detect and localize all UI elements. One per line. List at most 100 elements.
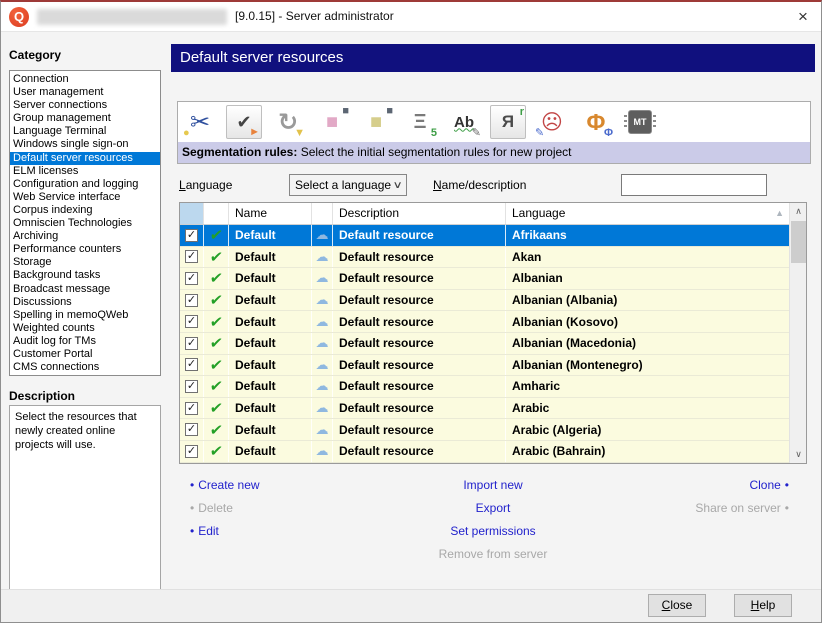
sidebar-item[interactable]: Configuration and logging — [10, 178, 160, 191]
resource-description: Default resource — [333, 271, 434, 285]
sidebar-item[interactable]: Broadcast message — [10, 283, 160, 296]
scroll-up-icon[interactable]: ∧ — [790, 203, 807, 220]
status-column-header[interactable] — [204, 203, 229, 224]
sidebar-item[interactable]: Omniscien Technologies — [10, 217, 160, 230]
resource-type-toolbar: ✂●✔►↻▼■■■■Ξ5Ab✎Яr☹✎ΦΦMT Segmentation rul… — [177, 101, 811, 164]
table-row[interactable]: ✓✔Default☁Default resourceAlbanian (Koso… — [180, 311, 789, 333]
sidebar-item[interactable]: Server connections — [10, 99, 160, 112]
sidebar-item[interactable]: Discussions — [10, 296, 160, 309]
row-checkbox[interactable]: ✓ — [185, 445, 198, 458]
row-checkbox[interactable]: ✓ — [185, 380, 198, 393]
qa-settings-icon[interactable]: ✔► — [226, 105, 262, 139]
table-row[interactable]: ✓✔Default☁Default resourceAlbanian (Alba… — [180, 290, 789, 312]
cloud-icon: ☁ — [316, 227, 329, 243]
category-heading: Category — [9, 48, 61, 62]
row-checkbox[interactable]: ✓ — [185, 315, 198, 328]
scrollbar-thumb[interactable] — [791, 221, 806, 263]
sidebar-item[interactable]: CMS connections — [10, 361, 160, 374]
sidebar-item[interactable]: Weighted counts — [10, 322, 160, 335]
language-column-header[interactable]: Language ▲ — [506, 203, 789, 224]
sidebar-item[interactable]: Performance counters — [10, 243, 160, 256]
row-checkbox[interactable]: ✓ — [185, 229, 198, 242]
help-button[interactable]: Help — [734, 594, 792, 617]
redacted-server-name — [37, 9, 227, 25]
link-share-on-server: Share on server• — [695, 497, 793, 520]
autocorrect-icon[interactable]: Ab✎ — [446, 105, 482, 139]
language-dropdown[interactable]: Select a language ∨ — [289, 174, 407, 196]
link-set-permissions[interactable]: Set permissions — [179, 520, 807, 543]
resource-description: Default resource — [333, 401, 434, 415]
sidebar-item[interactable]: Group management — [10, 112, 160, 125]
table-row[interactable]: ✓✔Default☁Default resourceArabic (Algeri… — [180, 419, 789, 441]
table-row[interactable]: ✓✔Default☁Default resourceAfrikaans — [180, 225, 789, 247]
sidebar-item[interactable]: User management — [10, 86, 160, 99]
table-rows: ✓✔Default☁Default resourceAfrikaans✓✔Def… — [180, 225, 789, 463]
non-translatables-icon[interactable]: ΦΦ — [578, 105, 614, 139]
segmentation-rules-icon[interactable]: ✂● — [182, 105, 218, 139]
table-row[interactable]: ✓✔Default☁Default resourceArabic — [180, 398, 789, 420]
enabled-check-icon: ✔ — [208, 313, 223, 331]
cloud-icon: ☁ — [316, 292, 329, 308]
enabled-check-icon: ✔ — [208, 226, 223, 244]
sidebar-item[interactable]: Storage — [10, 256, 160, 269]
ignore-lists-icon[interactable]: ↻▼ — [270, 105, 306, 139]
row-checkbox[interactable]: ✓ — [185, 423, 198, 436]
sidebar-item[interactable]: Connection — [10, 73, 160, 86]
resource-description: Default resource — [333, 250, 434, 264]
resource-description: Default resource — [333, 423, 434, 437]
table-row[interactable]: ✓✔Default☁Default resourceAkan — [180, 247, 789, 269]
table-row[interactable]: ✓✔Default☁Default resourceAlbanian (Mont… — [180, 355, 789, 377]
enabled-check-icon: ✔ — [208, 248, 223, 266]
mt-settings-icon[interactable]: MT — [622, 105, 658, 139]
link-clone[interactable]: Clone• — [695, 474, 793, 497]
auto-translation-rules-icon[interactable]: Ξ5 — [402, 105, 438, 139]
scroll-down-icon[interactable]: ∨ — [790, 446, 807, 463]
row-checkbox[interactable]: ✓ — [185, 272, 198, 285]
resource-language: Albanian — [506, 271, 563, 285]
resource-type-icons: ✂●✔►↻▼■■■■Ξ5Ab✎Яr☹✎ΦΦMT — [178, 102, 810, 142]
cloud-column-header[interactable] — [312, 203, 333, 224]
livedocs-settings-icon[interactable]: ■■ — [358, 105, 394, 139]
title-bar: Q [9.0.15] - Server administrator × — [1, 2, 821, 32]
server-administrator-dialog: Q [9.0.15] - Server administrator × Cate… — [0, 0, 822, 623]
sidebar-item[interactable]: Language Terminal — [10, 125, 160, 138]
cloud-icon: ☁ — [316, 314, 329, 330]
close-button[interactable]: Close — [648, 594, 706, 617]
row-checkbox[interactable]: ✓ — [185, 337, 198, 350]
tm-settings-icon[interactable]: ■■ — [314, 105, 350, 139]
name-filter-input[interactable] — [621, 174, 767, 196]
sidebar-item[interactable]: Audit log for TMs — [10, 335, 160, 348]
font-substitution-icon[interactable]: Яr — [490, 105, 526, 139]
table-scrollbar[interactable]: ∧ ∨ — [789, 203, 806, 463]
cloud-icon: ☁ — [316, 249, 329, 265]
category-list[interactable]: ConnectionUser managementServer connecti… — [9, 70, 161, 376]
sidebar-item[interactable]: Customer Portal — [10, 348, 160, 361]
sidebar-item[interactable]: Windows single sign-on — [10, 138, 160, 151]
resources-table: Name Description Language ▲ ✓✔Default☁De… — [179, 202, 807, 464]
lqa-models-icon[interactable]: ☹✎ — [534, 105, 570, 139]
sidebar-item[interactable]: Background tasks — [10, 269, 160, 282]
sidebar-item[interactable]: Corpus indexing — [10, 204, 160, 217]
sidebar-item[interactable]: Web Service interface — [10, 191, 160, 204]
description-column-header[interactable]: Description — [333, 203, 506, 224]
sidebar-item[interactable]: Default server resources — [10, 152, 160, 165]
sidebar-item[interactable]: ELM licenses — [10, 165, 160, 178]
row-checkbox[interactable]: ✓ — [185, 294, 198, 307]
row-checkbox[interactable]: ✓ — [185, 250, 198, 263]
resource-name: Default — [229, 358, 276, 372]
bullet-icon: • — [785, 478, 789, 492]
resource-name: Default — [229, 293, 276, 307]
enabled-check-icon: ✔ — [208, 269, 223, 287]
table-row[interactable]: ✓✔Default☁Default resourceAlbanian (Mace… — [180, 333, 789, 355]
select-all-column-header[interactable] — [180, 203, 204, 224]
name-column-header[interactable]: Name — [229, 203, 312, 224]
sidebar-item[interactable]: Spelling in memoQWeb — [10, 309, 160, 322]
enabled-check-icon: ✔ — [208, 377, 223, 395]
close-window-icon[interactable]: × — [787, 2, 819, 31]
sidebar-item[interactable]: Archiving — [10, 230, 160, 243]
row-checkbox[interactable]: ✓ — [185, 358, 198, 371]
table-row[interactable]: ✓✔Default☁Default resourceAmharic — [180, 376, 789, 398]
table-row[interactable]: ✓✔Default☁Default resourceArabic (Bahrai… — [180, 441, 789, 463]
table-row[interactable]: ✓✔Default☁Default resourceAlbanian — [180, 268, 789, 290]
row-checkbox[interactable]: ✓ — [185, 402, 198, 415]
